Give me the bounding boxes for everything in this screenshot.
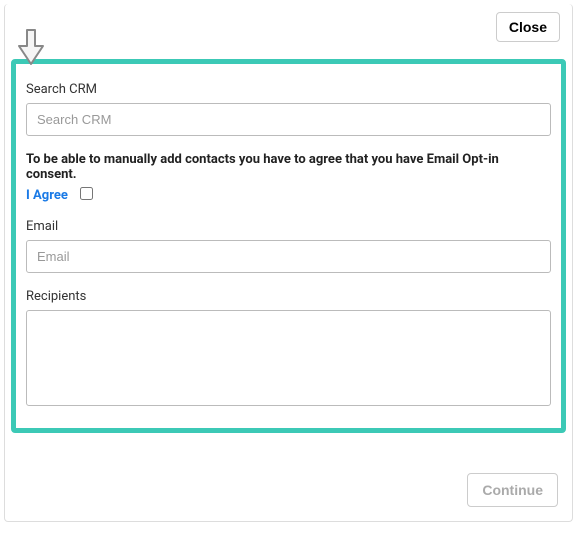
email-input[interactable] — [26, 240, 551, 273]
consent-section: To be able to manually add contacts you … — [26, 152, 551, 203]
agree-checkbox[interactable] — [80, 187, 93, 200]
recipients-textarea[interactable] — [26, 310, 551, 406]
email-label: Email — [26, 219, 551, 234]
highlighted-form-area: Search CRM To be able to manually add co… — [11, 59, 566, 433]
callout-arrow-icon — [15, 28, 47, 72]
recipients-label: Recipients — [26, 289, 551, 304]
search-crm-label: Search CRM — [26, 82, 551, 97]
dialog-panel: Close Search CRM To be able to manually … — [4, 4, 573, 522]
continue-button[interactable]: Continue — [467, 473, 558, 507]
search-crm-input[interactable] — [26, 103, 551, 136]
close-button[interactable]: Close — [496, 12, 560, 42]
agree-label: I Agree — [26, 188, 68, 203]
consent-text: To be able to manually add contacts you … — [26, 152, 551, 182]
